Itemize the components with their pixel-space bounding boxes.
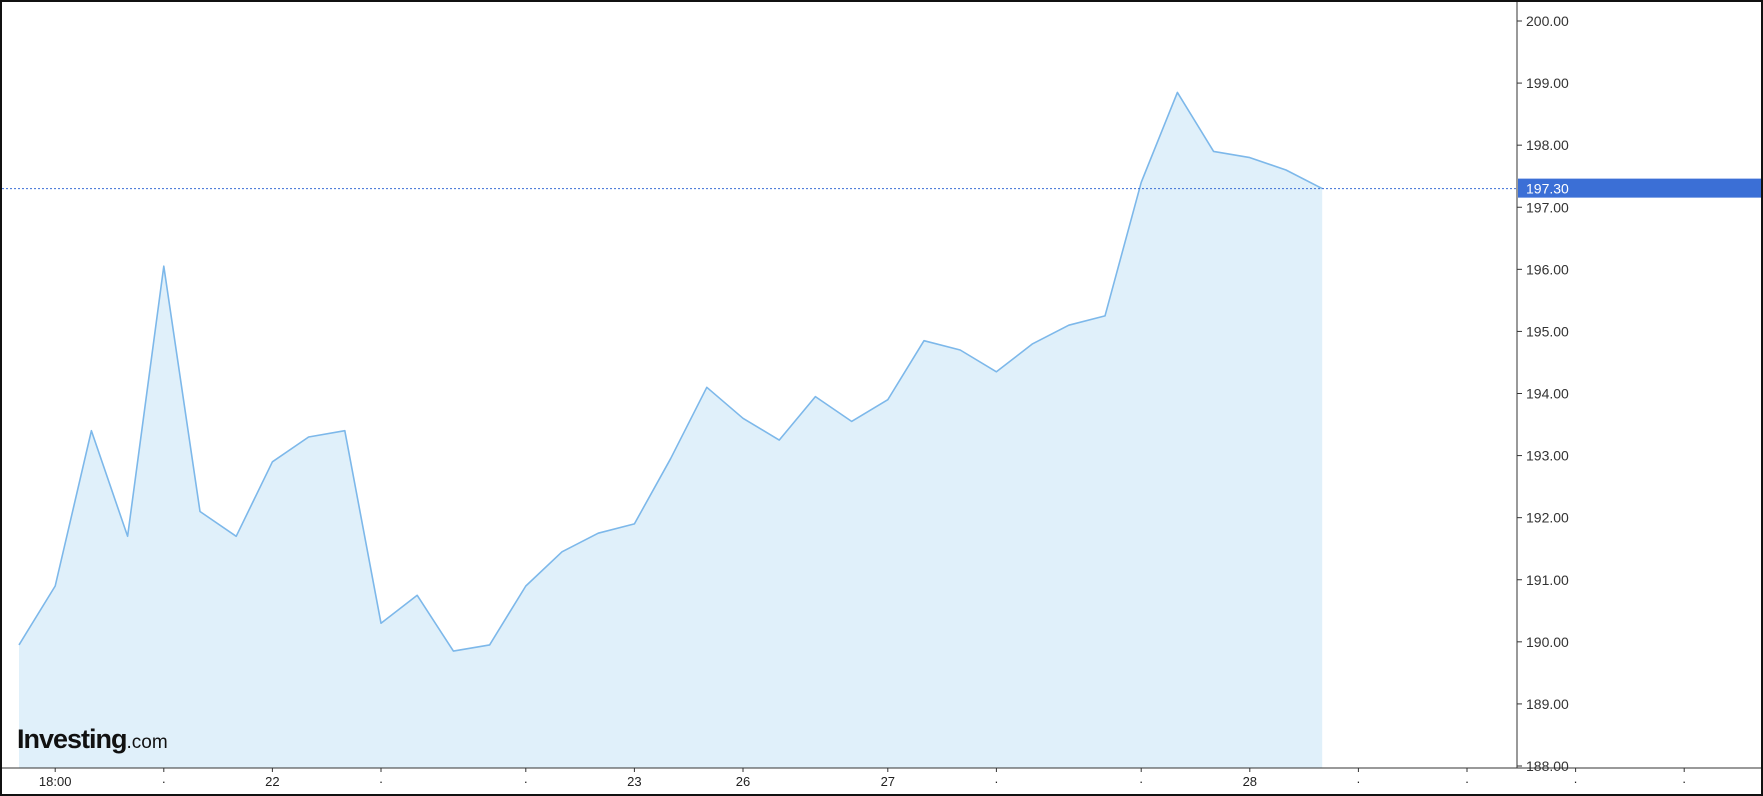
data-point [307,436,309,438]
data-point [488,644,490,646]
data-point [235,535,237,537]
logo-brand: Investing [17,724,128,754]
data-point [561,551,563,553]
y-tick-label: 190.00 [1526,634,1569,650]
x-tick-label: · [1682,774,1686,789]
data-point [706,386,708,388]
x-tick-label: · [1465,774,1469,789]
y-tick-label: 199.00 [1526,75,1569,91]
data-point [380,622,382,624]
x-tick-label: 23 [627,774,641,789]
data-point [452,650,454,652]
data-point [850,420,852,422]
x-tick-label: 22 [265,774,279,789]
area-layer [18,91,1323,768]
y-tick-label: 194.00 [1526,386,1569,402]
data-point [1212,150,1214,152]
data-point [1068,324,1070,326]
x-tick-label: 28 [1243,774,1257,789]
data-point [1285,169,1287,171]
x-tick-label: · [1356,774,1360,789]
x-axis: 18:00 · 22 · · 23 26 27 · · 28 · · · · [2,767,1761,789]
y-tick-label: 191.00 [1526,572,1569,588]
data-point [669,458,671,460]
y-tick-label: 192.00 [1526,510,1569,526]
x-tick-label: · [1573,774,1577,789]
data-point [90,430,92,432]
data-point [344,430,346,432]
data-point [1140,181,1142,183]
x-tick-label: · [379,774,383,789]
data-point [525,585,527,587]
x-tick-label: 18:00 [39,774,72,789]
current-price-label: 197.30 [1526,181,1569,197]
data-point [887,399,889,401]
y-tick-label: 195.00 [1526,323,1569,339]
data-point [163,265,165,267]
data-point [1104,315,1106,317]
price-chart: 200.00 199.00 198.00 197.00 196.00 195.00 194.… [2,2,1761,789]
data-point [742,417,744,419]
data-point [633,523,635,525]
x-tick-label: · [994,774,998,789]
data-point [199,510,201,512]
y-tick-label: 193.00 [1526,448,1569,464]
data-point [1031,343,1033,345]
x-tick-label: · [524,774,528,789]
x-tick-label: 26 [736,774,750,789]
y-tick-label: 189.00 [1526,696,1569,712]
data-point [18,644,20,646]
y-tick-label: 196.00 [1526,261,1569,277]
data-point [126,535,128,537]
data-point [416,594,418,596]
data-point [271,461,273,463]
data-point [923,340,925,342]
data-point [1249,156,1251,158]
data-point [1176,91,1178,93]
y-tick-label: 200.00 [1526,13,1569,29]
logo-suffix: .com [126,732,168,753]
data-point [995,371,997,373]
data-point [778,439,780,441]
area-fill [19,92,1323,768]
y-tick-label: 197.00 [1526,199,1569,215]
x-tick-label: · [162,774,166,789]
y-tick-label: 198.00 [1526,137,1569,153]
x-tick-label: · [1139,774,1143,789]
data-point [814,395,816,397]
chart-frame: 200.00 199.00 198.00 197.00 196.00 195.00 194.… [0,0,1763,796]
y-tick-label: 188.00 [1526,758,1569,774]
data-point [54,585,56,587]
y-axis: 200.00 199.00 198.00 197.00 196.00 195.00 194.… [1516,2,1569,774]
investing-logo: Investing.com [17,724,168,755]
data-point [959,349,961,351]
x-tick-label: 27 [881,774,895,789]
data-point [597,532,599,534]
current-price-marker: 197.30 [2,178,1761,198]
